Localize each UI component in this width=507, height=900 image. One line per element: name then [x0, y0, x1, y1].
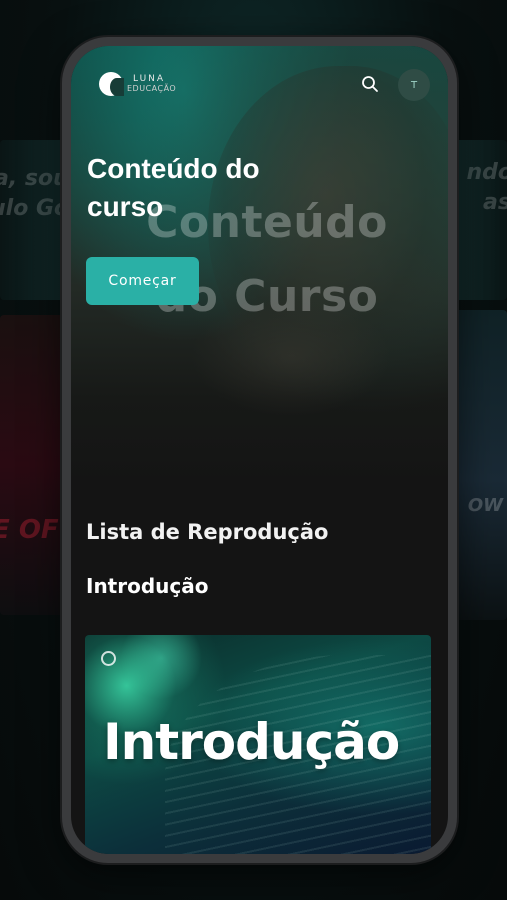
start-button[interactable]: Começar: [86, 257, 199, 305]
background-text: a, sou: [0, 166, 69, 191]
search-icon: [362, 76, 378, 92]
background-text: ndo: [466, 160, 507, 185]
course-title: Conteúdo do curso: [87, 153, 260, 222]
search-button[interactable]: [358, 72, 382, 96]
user-avatar[interactable]: T: [398, 69, 430, 101]
brand-logo[interactable]: LUNA EDUCAÇÃO: [99, 72, 176, 96]
app-header: LUNA EDUCAÇÃO T: [71, 46, 448, 126]
background-text: OW: [467, 495, 503, 516]
moon-logo-icon: [99, 72, 124, 96]
completion-radio[interactable]: [101, 651, 116, 666]
logo-wordmark: LUNA EDUCAÇÃO: [127, 74, 176, 94]
background-text: as: [483, 190, 507, 215]
section-title: Introdução: [86, 574, 209, 598]
video-thumbnail-card[interactable]: Introdução: [85, 635, 431, 854]
phone-frame: Conteúdo do Curso LUNA EDUCAÇÃO T Conteú…: [62, 37, 457, 863]
phone-screen: Conteúdo do Curso LUNA EDUCAÇÃO T Conteú…: [71, 46, 448, 854]
video-thumbnail-title: Introdução: [103, 713, 400, 771]
logo-line-1: LUNA: [133, 74, 166, 84]
playlist-heading: Lista de Reprodução: [86, 520, 329, 544]
background-text: ulo Go: [0, 196, 70, 221]
logo-line-2: EDUCAÇÃO: [127, 84, 177, 93]
